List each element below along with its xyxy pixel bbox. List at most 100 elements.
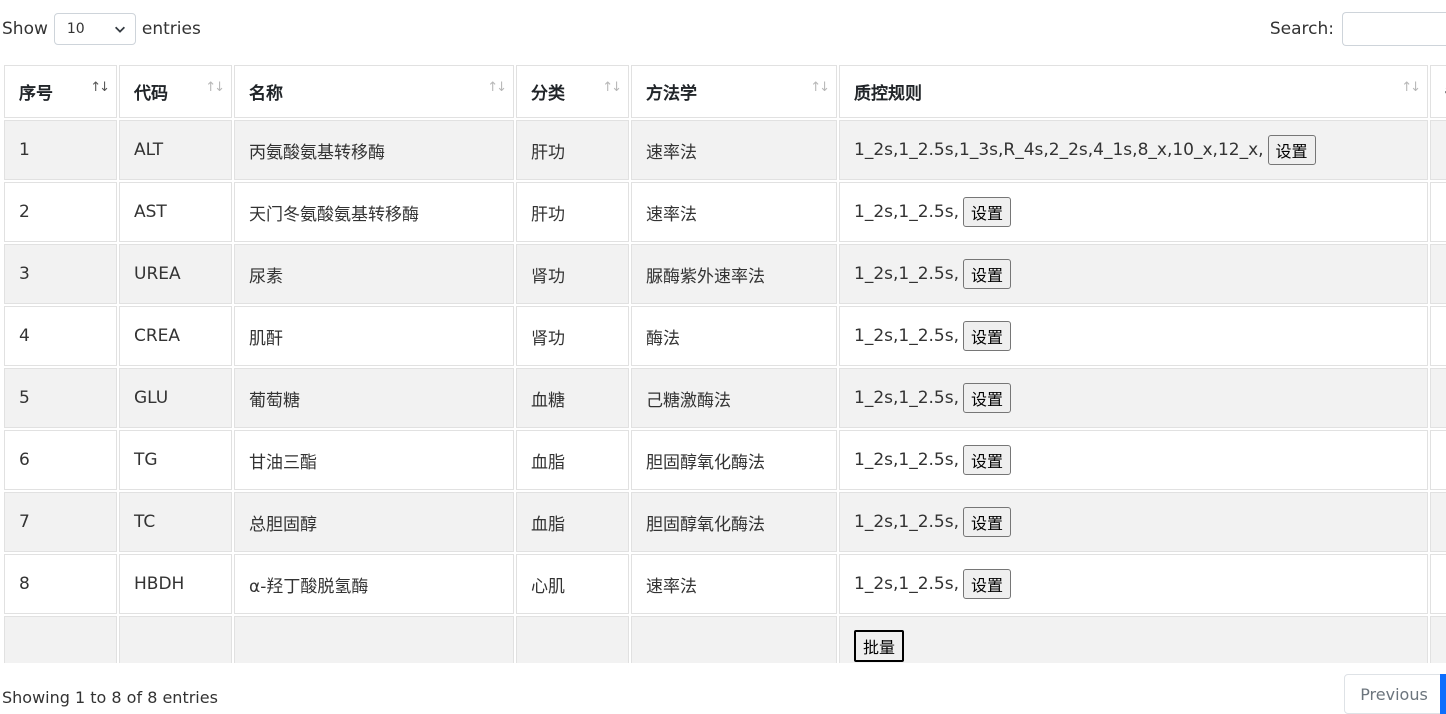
- cell-method: 胆固醇氧化酶法: [631, 492, 837, 552]
- cell-qc-rules: 1_2s,1_2.5s, 设置: [839, 306, 1428, 366]
- length-control: Show 10 entries: [2, 12, 201, 46]
- table-controls: Show 10 entries Search:: [0, 0, 1446, 60]
- cell-extra: [1430, 306, 1446, 366]
- cell-batch: 批量: [839, 616, 1428, 663]
- cell-extra: [1430, 368, 1446, 428]
- cell-qc-rules: 1_2s,1_2.5s, 设置: [839, 430, 1428, 490]
- set-rules-button[interactable]: 设置: [963, 321, 1012, 351]
- set-rules-button[interactable]: 设置: [963, 197, 1012, 227]
- cell-name: 尿素: [234, 244, 514, 304]
- cell-code: ALT: [119, 120, 232, 180]
- cell-qc-rules: 1_2s,1_2.5s, 设置: [839, 182, 1428, 242]
- header-name[interactable]: 名称 ↑↓: [234, 65, 514, 118]
- cell-name: 丙氨酸氨基转移酶: [234, 120, 514, 180]
- cell-index: 6: [4, 430, 117, 490]
- cell-category: 心肌: [516, 554, 629, 614]
- header-category[interactable]: 分类 ↑↓: [516, 65, 629, 118]
- cell-qc-rules: 1_2s,1_2.5s, 设置: [839, 554, 1428, 614]
- cell-category: 肝功: [516, 182, 629, 242]
- cell-qc-rules: 1_2s,1_2.5s,1_3s,R_4s,2_2s,4_1s,8_x,10_x…: [839, 120, 1428, 180]
- cell-name: 天门冬氨酸氨基转移酶: [234, 182, 514, 242]
- empty-cell: [234, 616, 514, 663]
- cell-extra: [1430, 120, 1446, 180]
- empty-cell: [631, 616, 837, 663]
- batch-row: 批量: [4, 616, 1446, 663]
- set-rules-button[interactable]: 设置: [1267, 135, 1316, 165]
- search-label: Search:: [1269, 19, 1334, 39]
- cell-index: 1: [4, 120, 117, 180]
- empty-cell: [516, 616, 629, 663]
- cell-code: TG: [119, 430, 232, 490]
- table-row: 8 HBDH α-羟丁酸脱氢酶 心肌 速率法 1_2s,1_2.5s, 设置: [4, 554, 1446, 614]
- cell-method: 速率法: [631, 120, 837, 180]
- table-row: 1 ALT 丙氨酸氨基转移酶 肝功 速率法 1_2s,1_2.5s,1_3s,R_4s,2…: [4, 120, 1446, 180]
- cell-category: 血脂: [516, 430, 629, 490]
- cell-method: 酶法: [631, 306, 837, 366]
- table-row: 2 AST 天门冬氨酸氨基转移酶 肝功 速率法 1_2s,1_2.5s, 设置: [4, 182, 1446, 242]
- entries-label: entries: [141, 19, 201, 39]
- qc-rules-text: 1_2s,1_2.5s,: [854, 512, 960, 532]
- cell-category: 血糖: [516, 368, 629, 428]
- cell-category: 肾功: [516, 306, 629, 366]
- cell-name: 肌酐: [234, 306, 514, 366]
- set-rules-button[interactable]: 设置: [963, 507, 1012, 537]
- cell-extra: [1430, 430, 1446, 490]
- empty-cell: [119, 616, 232, 663]
- set-rules-button[interactable]: 设置: [963, 383, 1012, 413]
- table-row: 4 CREA 肌酐 肾功 酶法 1_2s,1_2.5s, 设置: [4, 306, 1446, 366]
- table-header-row: 序号↑↓ 代码↑↓ 名称↑↓ 分类↑↓ 方法学↑↓ 质控规则↑↓ 备: [4, 65, 1446, 118]
- qc-rules-text: 1_2s,1_2.5s,1_3s,R_4s,2_2s,4_1s,8_x,10_x…: [854, 140, 1264, 160]
- table-row: 7 TC 总胆固醇 血脂 胆固醇氧化酶法 1_2s,1_2.5s, 设置: [4, 492, 1446, 552]
- cell-qc-rules: 1_2s,1_2.5s, 设置: [839, 368, 1428, 428]
- table-row: 6 TG 甘油三酯 血脂 胆固醇氧化酶法 1_2s,1_2.5s, 设置: [4, 430, 1446, 490]
- cell-index: 7: [4, 492, 117, 552]
- qc-rules-text: 1_2s,1_2.5s,: [854, 202, 960, 222]
- cell-code: AST: [119, 182, 232, 242]
- next-page-button[interactable]: [1440, 674, 1446, 714]
- cell-code: UREA: [119, 244, 232, 304]
- cell-method: 己糖激酶法: [631, 368, 837, 428]
- sort-asc-icon: ↑↓: [90, 80, 110, 95]
- cell-method: 速率法: [631, 182, 837, 242]
- cell-extra: [1430, 554, 1446, 614]
- qc-rules-text: 1_2s,1_2.5s,: [854, 574, 960, 594]
- qc-rules-text: 1_2s,1_2.5s,: [854, 388, 960, 408]
- previous-page-button[interactable]: Previous: [1344, 674, 1444, 714]
- table-body: 1 ALT 丙氨酸氨基转移酶 肝功 速率法 1_2s,1_2.5s,1_3s,R_4s,2…: [4, 120, 1446, 663]
- header-method[interactable]: 方法学 ↑↓: [631, 65, 837, 118]
- table-row: 3 UREA 尿素 肾功 脲酶紫外速率法 1_2s,1_2.5s, 设置: [4, 244, 1446, 304]
- cell-category: 肝功: [516, 120, 629, 180]
- sort-icon: ↑↓: [487, 80, 507, 95]
- cell-index: 2: [4, 182, 117, 242]
- sort-icon: ↑↓: [1401, 80, 1421, 95]
- table-row: 5 GLU 葡萄糖 血糖 己糖激酶法 1_2s,1_2.5s, 设置: [4, 368, 1446, 428]
- sort-icon: ↑↓: [602, 80, 622, 95]
- cell-name: α-羟丁酸脱氢酶: [234, 554, 514, 614]
- cell-code: GLU: [119, 368, 232, 428]
- header-code[interactable]: 代码 ↑↓: [119, 65, 232, 118]
- qc-rules-table-wrapper: 序号↑↓ 代码↑↓ 名称↑↓ 分类↑↓ 方法学↑↓ 质控规则↑↓ 备 1ALT丙…: [2, 63, 1446, 663]
- cell-extra: [1430, 244, 1446, 304]
- entries-select[interactable]: 10: [53, 13, 136, 45]
- sort-icon: ↑↓: [810, 80, 830, 95]
- cell-index: 5: [4, 368, 117, 428]
- header-index[interactable]: 序号 ↑↓: [4, 65, 117, 118]
- set-rules-button[interactable]: 设置: [963, 259, 1012, 289]
- header-qc-rules[interactable]: 质控规则 ↑↓: [839, 65, 1428, 118]
- set-rules-button[interactable]: 设置: [963, 445, 1012, 475]
- cell-method: 胆固醇氧化酶法: [631, 430, 837, 490]
- search-input[interactable]: [1342, 12, 1446, 46]
- qc-rules-text: 1_2s,1_2.5s,: [854, 264, 960, 284]
- batch-button[interactable]: 批量: [854, 630, 905, 662]
- entries-select-value: 10: [66, 21, 85, 37]
- header-extra[interactable]: 备: [1430, 65, 1446, 118]
- cell-category: 血脂: [516, 492, 629, 552]
- table-info: Showing 1 to 8 of 8 entries: [2, 688, 218, 707]
- cell-name: 葡萄糖: [234, 368, 514, 428]
- cell-qc-rules: 1_2s,1_2.5s, 设置: [839, 492, 1428, 552]
- cell-index: 8: [4, 554, 117, 614]
- cell-index: 3: [4, 244, 117, 304]
- cell-category: 肾功: [516, 244, 629, 304]
- set-rules-button[interactable]: 设置: [963, 569, 1012, 599]
- qc-rules-text: 1_2s,1_2.5s,: [854, 450, 960, 470]
